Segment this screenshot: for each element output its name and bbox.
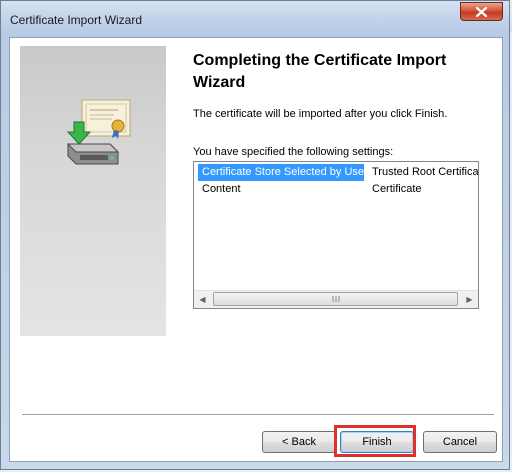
setting-name: Content — [202, 183, 241, 195]
scrollbar-thumb[interactable] — [213, 292, 458, 306]
list-row-store[interactable]: Certificate Store Selected by User Trust… — [194, 164, 479, 181]
wizard-page: Completing the Certificate Import Wizard… — [9, 37, 503, 462]
window-title: Certificate Import Wizard — [10, 13, 143, 27]
grip-icon — [332, 296, 339, 302]
page-heading: Completing the Certificate Import Wizard — [193, 52, 447, 91]
certificate-import-icon — [66, 99, 131, 165]
back-button[interactable]: < Back — [262, 431, 336, 453]
title-bar: Certificate Import Wizard — [1, 1, 509, 37]
close-icon — [476, 6, 487, 17]
settings-label: You have specified the following setting… — [193, 146, 394, 158]
horizontal-scrollbar[interactable]: ◀ ▶ — [194, 290, 478, 308]
setting-value: Certificate — [372, 183, 422, 195]
setting-value: Trusted Root Certifica — [372, 166, 479, 178]
scroll-right-icon[interactable]: ▶ — [461, 291, 478, 308]
scroll-left-icon[interactable]: ◀ — [194, 291, 211, 308]
footer-divider — [22, 414, 494, 416]
info-text: The certificate will be imported after y… — [193, 108, 448, 120]
finish-highlight-box — [334, 425, 416, 457]
cancel-button[interactable]: Cancel — [423, 431, 497, 453]
wizard-side-panel — [20, 46, 166, 336]
list-row-content[interactable]: Content Certificate — [194, 181, 478, 198]
certificate-import-dialog: Certificate Import Wizard Completing the… — [0, 0, 510, 470]
close-button[interactable] — [460, 2, 503, 21]
setting-name: Certificate Store Selected by User — [198, 164, 368, 181]
settings-list[interactable]: Certificate Store Selected by User Trust… — [193, 161, 479, 309]
